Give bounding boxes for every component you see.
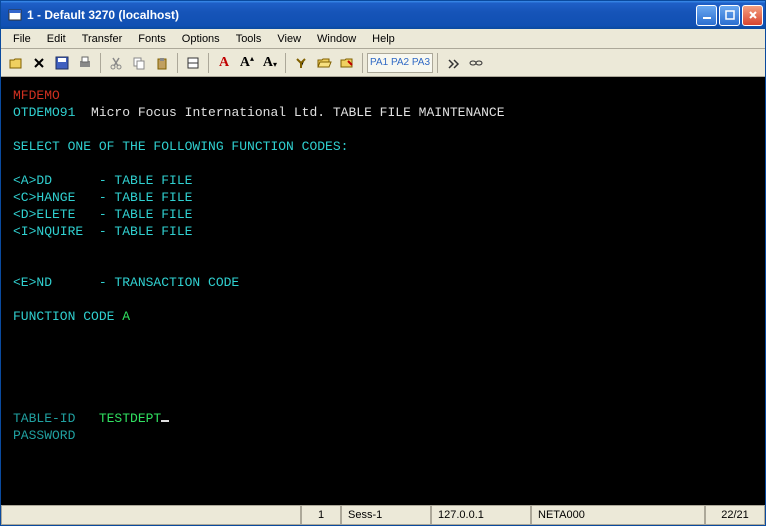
menu-transfer[interactable]: Transfer bbox=[74, 31, 131, 47]
menu-fonts[interactable]: Fonts bbox=[130, 31, 174, 47]
toolbar-separator bbox=[285, 53, 286, 73]
status-session-name: Sess-1 bbox=[341, 506, 431, 525]
paste-icon[interactable] bbox=[151, 52, 173, 74]
close-session-icon[interactable] bbox=[28, 52, 50, 74]
close-button[interactable] bbox=[742, 5, 763, 26]
titlebar-text: 1 - Default 3270 (localhost) bbox=[27, 8, 696, 22]
print-icon[interactable] bbox=[74, 52, 96, 74]
menu-options[interactable]: Options bbox=[174, 31, 228, 47]
screen-icon[interactable] bbox=[182, 52, 204, 74]
option-change: <C>HANGE - TABLE FILE bbox=[13, 190, 192, 205]
minimize-button[interactable] bbox=[696, 5, 717, 26]
open-icon[interactable] bbox=[5, 52, 27, 74]
window-controls bbox=[696, 5, 763, 26]
link-icon[interactable] bbox=[465, 52, 487, 74]
screen-app-name: MFDEMO bbox=[13, 88, 60, 103]
option-inquire: <I>NQUIRE - TABLE FILE bbox=[13, 224, 192, 239]
cut-icon[interactable] bbox=[105, 52, 127, 74]
connect-icon[interactable] bbox=[442, 52, 464, 74]
folder-edit-icon[interactable] bbox=[336, 52, 358, 74]
status-session-num: 1 bbox=[301, 506, 341, 525]
table-id-value[interactable]: TESTDEPT bbox=[99, 411, 161, 426]
tools-icon[interactable] bbox=[290, 52, 312, 74]
menu-view[interactable]: View bbox=[269, 31, 309, 47]
screen-id: OTDEMO91 bbox=[13, 105, 75, 120]
copy-icon[interactable] bbox=[128, 52, 150, 74]
table-id-label: TABLE-ID bbox=[13, 411, 99, 426]
maximize-button[interactable] bbox=[719, 5, 740, 26]
font-decrease-icon[interactable]: A▾ bbox=[259, 52, 281, 74]
terminal-screen[interactable]: MFDEMO OTDEMO91 Micro Focus Internationa… bbox=[1, 77, 765, 505]
screen-prompt: SELECT ONE OF THE FOLLOWING FUNCTION COD… bbox=[13, 139, 348, 154]
toolbar-separator bbox=[177, 53, 178, 73]
status-host: 127.0.0.1 bbox=[431, 506, 531, 525]
menubar: File Edit Transfer Fonts Options Tools V… bbox=[1, 29, 765, 49]
titlebar[interactable]: 1 - Default 3270 (localhost) bbox=[1, 1, 765, 29]
pa-buttons[interactable]: PA1 PA2 PA3 bbox=[367, 53, 433, 73]
status-cursor-position: 22/21 bbox=[705, 506, 765, 525]
menu-help[interactable]: Help bbox=[364, 31, 403, 47]
folder-open-icon[interactable] bbox=[313, 52, 335, 74]
statusbar: 1 Sess-1 127.0.0.1 NETA000 22/21 bbox=[1, 505, 765, 525]
status-netid: NETA000 bbox=[531, 506, 705, 525]
menu-edit[interactable]: Edit bbox=[39, 31, 74, 47]
toolbar-separator bbox=[208, 53, 209, 73]
text-cursor bbox=[161, 420, 169, 422]
app-icon bbox=[7, 7, 23, 23]
option-delete: <D>ELETE - TABLE FILE bbox=[13, 207, 192, 222]
toolbar: A A▴ A▾ PA1 PA2 PA3 bbox=[1, 49, 765, 77]
option-add: <A>DD - TABLE FILE bbox=[13, 173, 192, 188]
menu-window[interactable]: Window bbox=[309, 31, 364, 47]
menu-tools[interactable]: Tools bbox=[228, 31, 270, 47]
save-icon[interactable] bbox=[51, 52, 73, 74]
toolbar-separator bbox=[362, 53, 363, 73]
toolbar-separator bbox=[100, 53, 101, 73]
menu-file[interactable]: File bbox=[5, 31, 39, 47]
app-window: 1 - Default 3270 (localhost) File Edit T… bbox=[0, 0, 766, 526]
toolbar-separator bbox=[437, 53, 438, 73]
font-increase-icon[interactable]: A▴ bbox=[236, 52, 258, 74]
screen-company: Micro Focus International Ltd. TABLE FIL… bbox=[75, 105, 504, 120]
option-end: <E>ND - TRANSACTION CODE bbox=[13, 275, 239, 290]
function-code-label: FUNCTION CODE bbox=[13, 309, 122, 324]
status-message bbox=[1, 506, 301, 525]
password-label: PASSWORD bbox=[13, 428, 75, 443]
function-code-value[interactable]: A bbox=[122, 309, 130, 324]
font-color-icon[interactable]: A bbox=[213, 52, 235, 74]
